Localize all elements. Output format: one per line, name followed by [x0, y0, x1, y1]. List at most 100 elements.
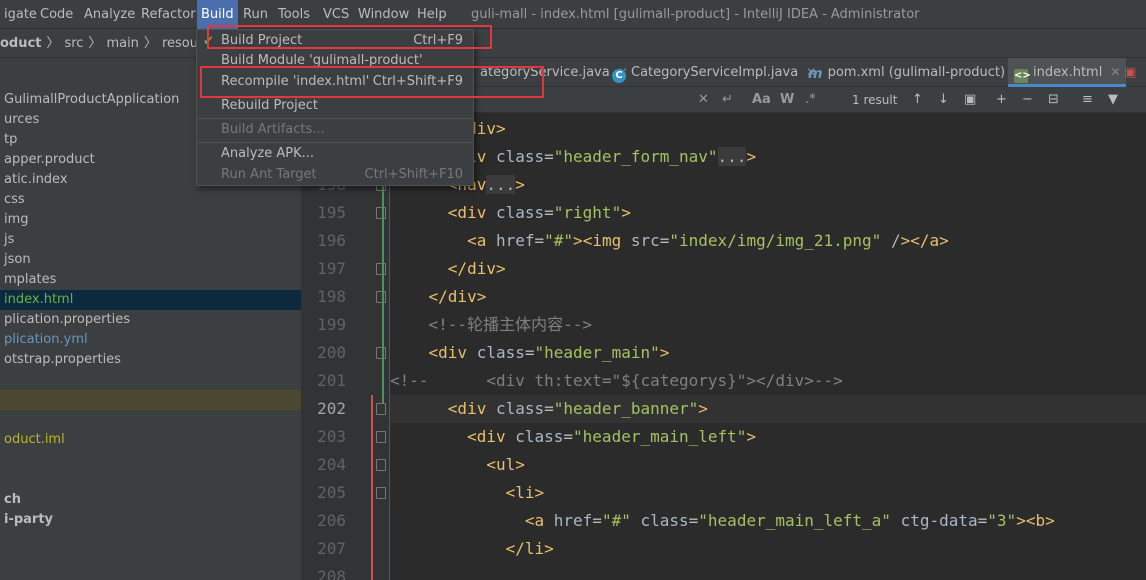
close-icon[interactable]: ✕: [1110, 65, 1120, 79]
tree-item[interactable]: [0, 370, 301, 390]
tree-item[interactable]: plication.properties: [0, 310, 301, 330]
tree-item[interactable]: oduct.iml: [0, 430, 301, 450]
tree-item[interactable]: ch: [0, 490, 301, 510]
tree-item-label: apper.product: [4, 152, 95, 167]
code-line[interactable]: [390, 563, 1146, 580]
clear-search-icon[interactable]: ✕: [698, 90, 709, 110]
tree-item-label: json: [4, 252, 31, 267]
build-menu-dropdown: ✔ Build Project Ctrl+F9 Build Module 'gu…: [196, 29, 474, 186]
tree-item-label: oduct.iml: [4, 432, 65, 447]
fold-marker-icon[interactable]: [376, 431, 386, 443]
breadcrumb-item-main[interactable]: main: [106, 36, 138, 51]
code-line[interactable]: <ul>: [390, 451, 1146, 479]
select-occurrences-icon[interactable]: ⊟: [1048, 90, 1059, 110]
code-line[interactable]: <!--轮播主体内容-->: [390, 311, 1146, 339]
tab-pom-xml[interactable]: mpom.xml (gulimall-product)✕: [808, 58, 1023, 87]
code-line[interactable]: <li>: [390, 479, 1146, 507]
match-case-icon[interactable]: Aa: [752, 90, 771, 110]
tab-index-html[interactable]: <> index.html ✕: [1008, 58, 1127, 87]
menu-analyze[interactable]: Analyze: [80, 0, 139, 29]
code-line[interactable]: </li>: [390, 535, 1146, 563]
code-line[interactable]: <a href="#" class="header_main_left_a" c…: [390, 507, 1146, 535]
fold-marker-icon[interactable]: [376, 291, 386, 303]
tree-item-label: i-party: [4, 512, 54, 527]
arrow-down-icon[interactable]: ↓: [938, 90, 949, 110]
tree-item[interactable]: css: [0, 190, 301, 210]
fold-marker-icon[interactable]: [376, 403, 386, 415]
window-title: guli-mall - index.html [gulimall-product…: [471, 7, 920, 22]
menu-item-rebuild-project[interactable]: Rebuild Project: [197, 95, 473, 117]
tree-item-label: plication.properties: [4, 312, 130, 327]
line-number: 201: [317, 371, 346, 390]
tree-item-label: plication.yml: [4, 332, 88, 347]
line-number: 198: [317, 287, 346, 306]
line-number: 207: [317, 539, 346, 558]
tree-item[interactable]: [0, 390, 301, 410]
java-class-icon: C: [612, 69, 626, 83]
code-line[interactable]: </div>: [390, 115, 1146, 143]
add-occurrence-icon[interactable]: +: [996, 90, 1007, 110]
tab-category-service-impl[interactable]: C CategoryServiceImpl.java ✕: [612, 58, 816, 87]
maven-icon: m: [808, 66, 823, 82]
tree-item-label: index.html: [4, 292, 74, 307]
fold-marker-icon[interactable]: [376, 487, 386, 499]
filter-options-icon[interactable]: ≡: [1082, 90, 1093, 110]
menu-bar: igate Code Analyze Refactor Build Run To…: [0, 0, 1146, 29]
breadcrumb-item-src[interactable]: src: [64, 36, 83, 51]
arrow-up-icon[interactable]: ↑: [912, 90, 923, 110]
code-line[interactable]: </div>: [390, 255, 1146, 283]
tree-item-label: otstrap.properties: [4, 352, 121, 367]
tree-item[interactable]: [0, 470, 301, 490]
code-line[interactable]: <nav...>: [390, 171, 1146, 199]
html-file-icon: <>: [1014, 69, 1031, 83]
fold-marker-icon[interactable]: [376, 347, 386, 359]
tree-item[interactable]: mplates: [0, 270, 301, 290]
line-number: 195: [317, 203, 346, 222]
line-number: 200: [317, 343, 346, 362]
filter-icon[interactable]: ▼: [1108, 90, 1118, 110]
tree-item[interactable]: json: [0, 250, 301, 270]
fold-marker-icon[interactable]: [376, 263, 386, 275]
tree-item[interactable]: plication.yml: [0, 330, 301, 350]
menu-item-analyze-apk[interactable]: Analyze APK...: [197, 143, 473, 165]
tree-item[interactable]: [0, 450, 301, 470]
chevron-right-icon: 〉: [88, 36, 102, 51]
tree-item-label: css: [4, 192, 25, 207]
fold-marker-icon[interactable]: [376, 459, 386, 471]
tree-item[interactable]: js: [0, 230, 301, 250]
tree-item-label: urces: [4, 112, 40, 127]
code-line[interactable]: <!-- <div th:text="${categorys}"></div>-…: [390, 367, 1146, 395]
line-number: 199: [317, 315, 346, 334]
menu-refactor[interactable]: Refactor: [137, 0, 200, 29]
chevron-right-icon: 〉: [143, 36, 157, 51]
remove-occurrence-icon[interactable]: −: [1022, 90, 1033, 110]
tree-item-label: ch: [4, 492, 21, 507]
tree-item-label: tp: [4, 132, 18, 147]
breadcrumb-item-module[interactable]: oduct: [0, 36, 41, 51]
fold-marker-icon[interactable]: [376, 207, 386, 219]
tree-item[interactable]: i-party: [0, 510, 301, 530]
annotation-box-recompile: [200, 66, 544, 98]
chevron-right-icon: 〉: [46, 36, 60, 51]
tree-item[interactable]: [0, 410, 301, 430]
regex-icon[interactable]: .*: [805, 90, 816, 110]
tree-item[interactable]: index.html: [0, 290, 301, 310]
navigation-bar: oduct〉src〉main〉resources〉te: [0, 29, 1146, 58]
more-tabs-icon[interactable]: ▣: [1124, 58, 1136, 87]
code-line[interactable]: <a href="#"><img src="index/img/img_21.p…: [390, 227, 1146, 255]
code-line[interactable]: <div class="header_banner">: [390, 395, 1146, 423]
menu-navigate[interactable]: igate: [0, 0, 41, 29]
tree-item-label: img: [4, 212, 29, 227]
code-line[interactable]: <div class="right">: [390, 199, 1146, 227]
code-line[interactable]: </div>: [390, 283, 1146, 311]
whole-words-icon[interactable]: W: [780, 90, 794, 110]
code-line[interactable]: <div class="header_form_nav"...>: [390, 143, 1146, 171]
select-all-occurrences-icon[interactable]: ▣: [964, 90, 976, 110]
tree-item-label: GulimallProductApplication: [4, 92, 180, 107]
tree-item[interactable]: otstrap.properties: [0, 350, 301, 370]
new-line-icon[interactable]: ↵: [722, 90, 733, 110]
tree-item[interactable]: img: [0, 210, 301, 230]
code-line[interactable]: <div class="header_main">: [390, 339, 1146, 367]
code-line[interactable]: <div class="header_main_left">: [390, 423, 1146, 451]
menu-code[interactable]: Code: [36, 0, 77, 29]
